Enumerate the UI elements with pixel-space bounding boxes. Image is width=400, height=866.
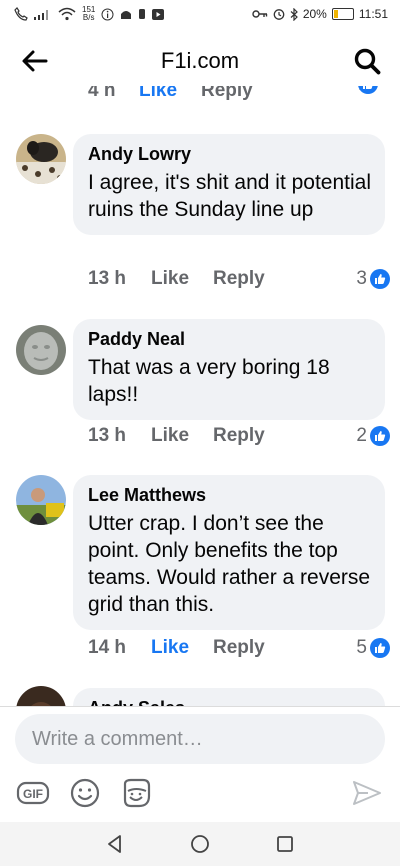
commenter-name[interactable]: Andy Lowry: [88, 144, 371, 165]
reaction-summary[interactable]: 5: [356, 637, 390, 659]
comment-composer: [15, 714, 385, 764]
search-icon[interactable]: [352, 46, 382, 76]
network-speed: 151 B/s: [82, 6, 95, 22]
like-button[interactable]: Like: [151, 268, 189, 290]
comment-time: 13 h: [88, 425, 127, 446]
comment-bubble[interactable]: Andy Sales: [73, 688, 385, 706]
avatar-photo-dog: [16, 134, 66, 184]
comment-time: 13 h: [88, 268, 127, 289]
reaction-count: 5: [356, 637, 367, 658]
avatar[interactable]: [16, 686, 66, 706]
commenter-name[interactable]: Andy Sales: [88, 698, 371, 706]
comment-actions: 13 h Like Reply 2: [88, 425, 390, 453]
reaction-summary[interactable]: 3: [356, 268, 390, 290]
avatar[interactable]: [16, 475, 66, 525]
avatar[interactable]: [16, 325, 66, 375]
sticker-icon[interactable]: [119, 776, 153, 810]
youtube-icon: [152, 8, 165, 20]
notification-app-icon: [121, 11, 132, 19]
comment-actions: 14 h Like Reply 5: [88, 637, 390, 665]
avatar[interactable]: [16, 134, 66, 184]
phone-call-icon: [14, 7, 28, 21]
comment-input[interactable]: [15, 714, 362, 764]
reaction-summary[interactable]: 2: [356, 425, 390, 447]
comment-text: I agree, it's shit and it potential ruin…: [88, 171, 372, 221]
like-button[interactable]: Like: [151, 637, 189, 659]
clock: 11:51: [358, 7, 388, 21]
reply-button[interactable]: Reply: [213, 268, 265, 290]
comment-text: That was a very boring 18 laps!!: [88, 356, 330, 406]
status-right: 20% 11:51: [252, 7, 388, 21]
gif-icon[interactable]: GIF: [16, 776, 50, 810]
bluetooth-icon: [290, 7, 298, 21]
info-icon: [101, 8, 114, 20]
battery-percent: 20%: [302, 7, 327, 21]
emoji-icon[interactable]: [68, 776, 102, 810]
nav-recents-icon[interactable]: [272, 831, 298, 857]
signal-icon: [34, 10, 48, 20]
comments-list[interactable]: 4 h Like Reply 1 Andy Lowry I agree, it'…: [0, 86, 400, 706]
gif-label: GIF: [23, 787, 43, 801]
reply-button[interactable]: Reply: [213, 425, 265, 447]
top-bar: F1i.com: [0, 36, 400, 86]
page-title: F1i.com: [160, 48, 240, 73]
battery-icon: [331, 8, 354, 20]
network-speed-unit: B/s: [82, 13, 95, 22]
comment-time: 4 h: [88, 86, 116, 101]
comment-text: Utter crap. I don’t see the point. Only …: [88, 512, 371, 616]
previous-comment-actions: 4 h Like Reply 1: [88, 86, 388, 106]
like-button[interactable]: Like: [139, 86, 177, 102]
avatar-photo-dark: [16, 686, 66, 706]
reply-button[interactable]: Reply: [213, 637, 265, 659]
nav-home-icon[interactable]: [187, 831, 213, 857]
wifi-icon: [58, 7, 76, 21]
avatar-photo-person: [16, 475, 66, 525]
like-icon: [370, 638, 390, 658]
composer-tools: GIF: [0, 772, 400, 814]
comment-bubble[interactable]: Andy Lowry I agree, it's shit and it pot…: [73, 134, 385, 235]
reply-button[interactable]: Reply: [201, 86, 253, 102]
status-left: 151 B/s: [14, 6, 165, 22]
comment-time: 14 h: [88, 637, 127, 658]
nav-back-icon[interactable]: [102, 831, 128, 857]
divider: [0, 706, 400, 707]
system-nav-bar: [0, 822, 400, 866]
like-icon: [370, 269, 390, 289]
avatar-photo-stone: [16, 325, 66, 375]
key-icon: [252, 10, 268, 18]
comment-bubble[interactable]: Lee Matthews Utter crap. I don’t see the…: [73, 475, 385, 630]
commenter-name[interactable]: Paddy Neal: [88, 329, 371, 350]
alarm-icon: [273, 9, 285, 20]
reaction-count: 2: [356, 425, 367, 446]
status-bar: 151 B/s 20% 11:51: [0, 0, 400, 30]
comment-actions: 13 h Like Reply 3: [88, 268, 390, 296]
like-button[interactable]: Like: [151, 425, 189, 447]
send-icon[interactable]: [350, 776, 384, 810]
commenter-name[interactable]: Lee Matthews: [88, 485, 371, 506]
like-icon: [370, 426, 390, 446]
comment-bubble[interactable]: Paddy Neal That was a very boring 18 lap…: [73, 319, 385, 420]
notification-icon: [139, 9, 146, 19]
reaction-count: 3: [356, 268, 367, 289]
